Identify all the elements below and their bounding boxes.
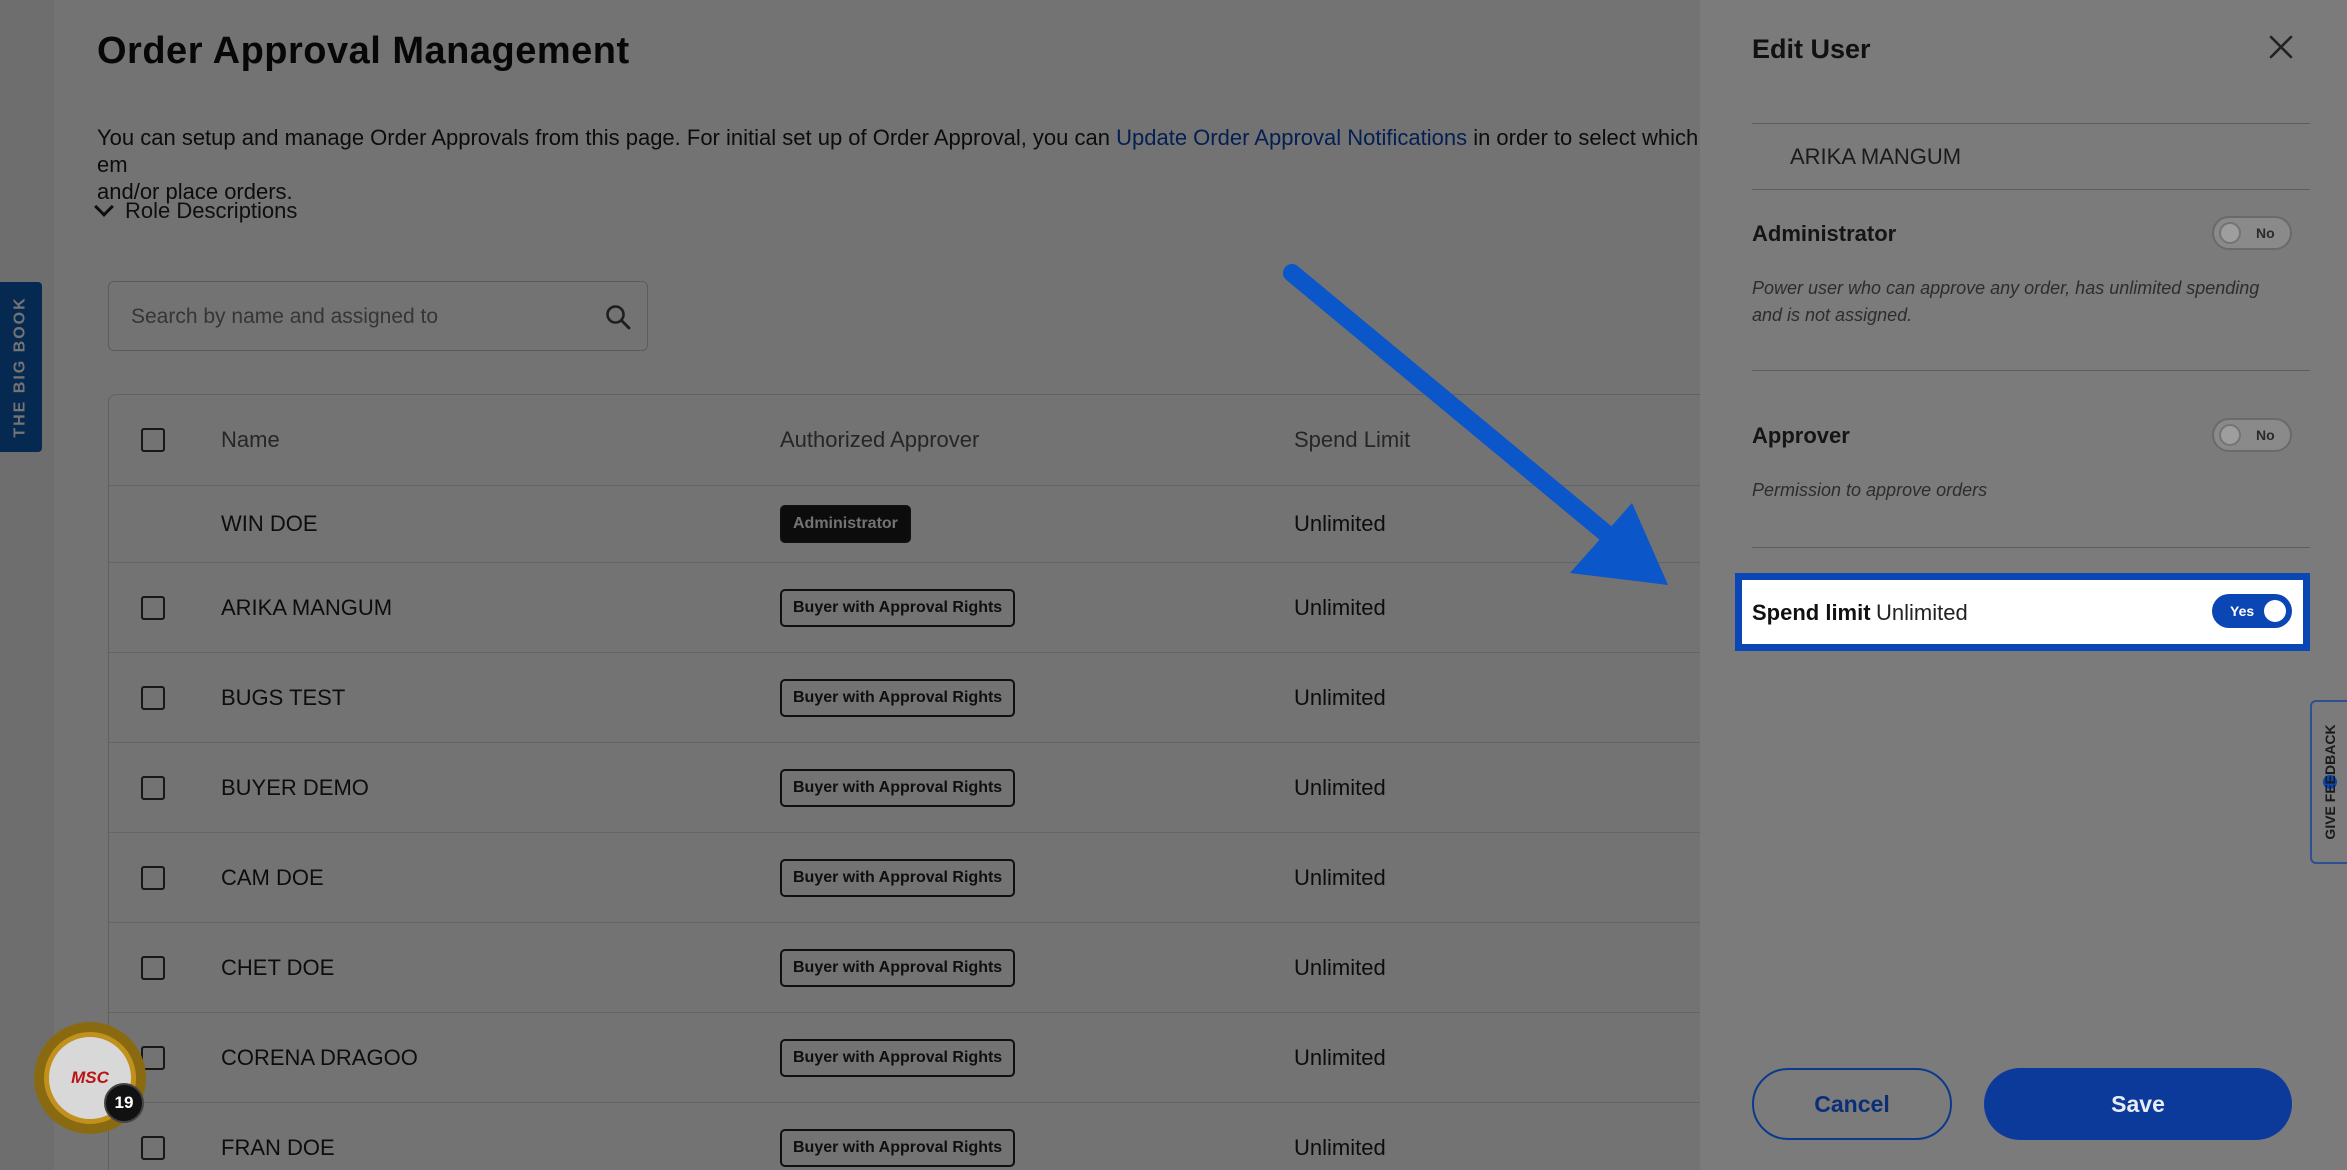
spend-limit-row: Spend limit Unlimited Yes	[1735, 573, 2310, 651]
role-badge: Administrator	[780, 505, 911, 543]
row-name: BUYER DEMO	[221, 774, 369, 800]
toggle-state-label: No	[2256, 225, 2275, 241]
spend-limit-label: Spend limit	[1752, 600, 1871, 625]
divider	[1752, 547, 2310, 548]
row-name: CHET DOE	[221, 954, 335, 980]
msc-logo-text: MSC	[71, 1068, 109, 1087]
administrator-description: Power user who can approve any order, ha…	[1752, 278, 2260, 325]
intro-text: You can setup and manage Order Approvals…	[97, 124, 1700, 205]
row-name: CAM DOE	[221, 864, 324, 890]
cancel-button[interactable]: Cancel	[1752, 1068, 1952, 1140]
table-row[interactable]: BUGS TEST Buyer with Approval Rights Unl…	[109, 653, 1729, 743]
row-checkbox[interactable]	[141, 595, 165, 620]
close-icon[interactable]	[2268, 34, 2294, 60]
approver-description: Permission to approve orders	[1752, 480, 1988, 500]
row-checkbox[interactable]	[141, 955, 165, 980]
page-title: Order Approval Management	[97, 30, 630, 72]
table-row[interactable]: CORENA DRAGOO Buyer with Approval Rights…	[109, 1013, 1729, 1103]
annotation-arrow-icon	[1283, 264, 1668, 585]
left-strip	[0, 0, 54, 1170]
table-row[interactable]: FRAN DOE Buyer with Approval Rights Unli…	[109, 1103, 1729, 1170]
row-name: WIN DOE	[221, 511, 318, 536]
select-all-checkbox[interactable]	[141, 428, 165, 452]
search-box	[108, 281, 648, 351]
row-checkbox[interactable]	[141, 1136, 165, 1160]
row-name: CORENA DRAGOO	[221, 1044, 418, 1070]
row-name: FRAN DOE	[221, 1135, 335, 1160]
edit-user-drawer: Edit User ARIKA MANGUM Administrator No …	[1700, 0, 2347, 1170]
toggle-state-label: Yes	[2230, 603, 2255, 619]
row-spend-limit: Unlimited	[1294, 1044, 1386, 1070]
approver-toggle[interactable]: No	[2212, 418, 2292, 452]
approver-label: Approver	[1752, 423, 1850, 448]
row-spend-limit: Unlimited	[1294, 774, 1386, 800]
intro-before: You can setup and manage Order Approvals…	[97, 125, 1117, 150]
table-row[interactable]: CAM DOE Buyer with Approval Rights Unlim…	[109, 833, 1729, 923]
table-row[interactable]: CHET DOE Buyer with Approval Rights Unli…	[109, 923, 1729, 1013]
row-name: BUGS TEST	[221, 684, 346, 710]
toggle-knob	[2219, 424, 2241, 446]
give-feedback-label: GIVE FEEDBACK	[2321, 724, 2338, 840]
role-descriptions-label: Role Descriptions	[125, 198, 298, 223]
row-spend-limit: Unlimited	[1294, 954, 1386, 980]
spend-limit-value: Unlimited	[1876, 600, 1968, 625]
drawer-title: Edit User	[1752, 34, 1871, 64]
role-badge: Buyer with Approval Rights	[780, 1129, 1016, 1167]
save-button[interactable]: Save	[1984, 1068, 2292, 1140]
spend-limit-toggle[interactable]: Yes	[2212, 594, 2292, 628]
chevron-down-icon	[94, 197, 114, 217]
row-spend-limit: Unlimited	[1294, 594, 1386, 620]
administrator-toggle[interactable]: No	[2212, 216, 2292, 250]
divider	[1752, 370, 2310, 371]
divider	[1752, 123, 2310, 124]
administrator-label: Administrator	[1752, 221, 1897, 246]
search-input[interactable]	[131, 300, 571, 334]
role-badge: Buyer with Approval Rights	[780, 948, 1016, 987]
selected-user-name: ARIKA MANGUM	[1790, 144, 1962, 169]
header-authorized-approver: Authorized Approver	[780, 427, 980, 452]
row-spend-limit: Unlimited	[1294, 864, 1386, 890]
row-spend-limit: Unlimited	[1294, 684, 1386, 710]
role-badge: Buyer with Approval Rights	[780, 678, 1016, 717]
row-checkbox[interactable]	[141, 775, 165, 800]
row-checkbox[interactable]	[141, 865, 165, 890]
role-badge: Buyer with Approval Rights	[780, 858, 1016, 897]
notification-count-badge: 19	[104, 1083, 144, 1123]
role-badge: Buyer with Approval Rights	[780, 768, 1016, 807]
role-badge: Buyer with Approval Rights	[780, 588, 1016, 627]
search-icon[interactable]	[605, 304, 631, 330]
table-row[interactable]: BUYER DEMO Buyer with Approval Rights Un…	[109, 743, 1729, 833]
divider	[1752, 189, 2310, 190]
role-descriptions-toggle[interactable]: Role Descriptions	[94, 197, 298, 224]
big-book-tab[interactable]: THE BIG BOOK	[0, 282, 42, 452]
give-feedback-tab[interactable]: GIVE FEEDBACK	[2310, 700, 2347, 864]
toggle-state-label: No	[2256, 427, 2275, 443]
toggle-knob	[2264, 600, 2286, 622]
row-name: ARIKA MANGUM	[221, 594, 393, 620]
update-notifications-link[interactable]: Update Order Approval Notifications	[1116, 125, 1467, 150]
toggle-knob	[2219, 222, 2241, 244]
row-checkbox[interactable]	[141, 685, 165, 710]
header-name: Name	[221, 427, 280, 452]
role-badge: Buyer with Approval Rights	[780, 1038, 1016, 1077]
row-spend-limit: Unlimited	[1294, 1135, 1386, 1160]
big-book-label: THE BIG BOOK	[12, 296, 29, 438]
